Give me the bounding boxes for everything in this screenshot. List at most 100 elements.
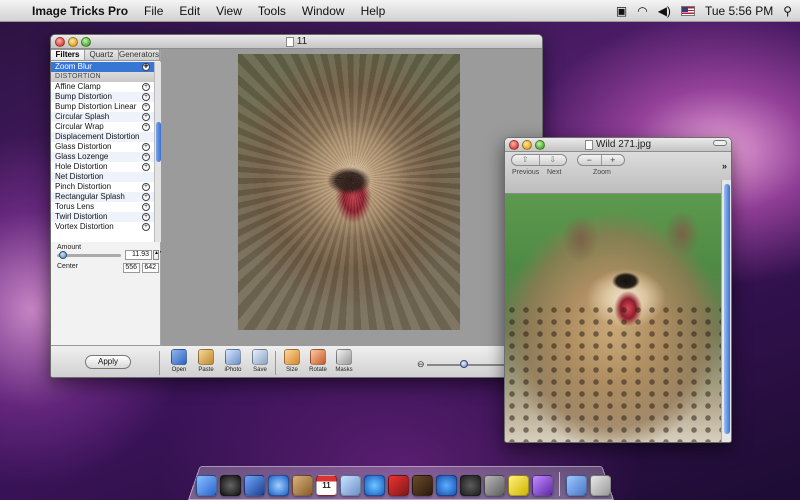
editor-titlebar[interactable]: 11: [51, 35, 542, 49]
category-header[interactable]: DISTORTION: [51, 72, 154, 82]
zoom-in-button[interactable]: +: [602, 155, 625, 165]
list-item[interactable]: Rectangular Splash +: [51, 192, 154, 202]
iphoto-tool[interactable]: iPhoto: [220, 349, 246, 377]
toolbar-toggle-button[interactable]: [713, 140, 727, 146]
zoom-out-icon[interactable]: ⊖: [417, 359, 425, 370]
app-menu[interactable]: Image Tricks Pro: [32, 4, 128, 18]
image-tricks-icon[interactable]: [532, 475, 553, 496]
image-canvas[interactable]: [161, 49, 542, 345]
add-filter-icon[interactable]: +: [142, 113, 150, 121]
scrollbar-thumb[interactable]: [724, 184, 730, 434]
original-image[interactable]: [505, 194, 721, 442]
list-item[interactable]: Glass Distortion +: [51, 142, 154, 152]
search-icon[interactable]: ⚲: [783, 4, 792, 18]
masks-tool[interactable]: Masks: [331, 349, 357, 377]
volume-icon[interactable]: ◀): [658, 4, 671, 18]
menu-edit[interactable]: Edit: [179, 4, 200, 18]
add-filter-icon[interactable]: +: [142, 93, 150, 101]
list-item[interactable]: Torus Lens +: [51, 202, 154, 212]
address-book-icon[interactable]: [292, 475, 313, 496]
zoom-slider[interactable]: [427, 364, 513, 366]
menu-window[interactable]: Window: [302, 4, 345, 18]
toolbar-overflow-icon[interactable]: »: [722, 161, 727, 171]
minimize-button[interactable]: [68, 37, 78, 47]
app-store-icon[interactable]: [436, 475, 457, 496]
add-filter-icon[interactable]: +: [142, 103, 150, 111]
center-y-field[interactable]: 642: [142, 263, 159, 273]
list-item[interactable]: Glass Lozenge +: [51, 152, 154, 162]
add-filter-icon[interactable]: +: [142, 163, 150, 171]
iphoto-dock-icon[interactable]: [340, 475, 361, 496]
tab-generators[interactable]: Generators: [118, 49, 160, 61]
status-icon[interactable]: ▣: [616, 4, 627, 18]
amount-stepper[interactable]: ▲▼: [153, 250, 164, 260]
close-button[interactable]: [55, 37, 65, 47]
list-item[interactable]: Circular Wrap +: [51, 122, 154, 132]
stickies-icon[interactable]: [508, 475, 529, 496]
add-filter-icon[interactable]: +: [142, 123, 150, 131]
list-item[interactable]: Pinch Distortion +: [51, 182, 154, 192]
photo-booth-icon[interactable]: [388, 475, 409, 496]
add-filter-icon[interactable]: +: [142, 203, 150, 211]
add-filter-icon[interactable]: +: [142, 83, 150, 91]
previous-icon[interactable]: ⇧: [512, 155, 540, 165]
finder-icon[interactable]: [196, 475, 217, 496]
calendar-icon[interactable]: 11: [316, 475, 337, 496]
list-item[interactable]: Hole Distortion +: [51, 162, 154, 172]
filter-options-icon[interactable]: ✚: [142, 63, 150, 71]
apply-button[interactable]: Apply: [85, 355, 131, 369]
save-tool[interactable]: Save: [247, 349, 273, 377]
open-tool[interactable]: Open: [166, 349, 192, 377]
safari-icon[interactable]: [268, 475, 289, 496]
zoom-slider-knob[interactable]: [460, 360, 468, 368]
menu-file[interactable]: File: [144, 4, 163, 18]
add-filter-icon[interactable]: +: [142, 143, 150, 151]
dashboard-icon[interactable]: [220, 475, 241, 496]
tab-quartz[interactable]: Quartz: [84, 49, 119, 61]
menu-tools[interactable]: Tools: [258, 4, 286, 18]
preview-titlebar[interactable]: Wild 271.jpg: [505, 138, 731, 152]
filtered-image[interactable]: [238, 54, 460, 330]
paste-tool[interactable]: Paste: [193, 349, 219, 377]
preview-scrollbar[interactable]: [721, 180, 731, 442]
amount-slider-knob[interactable]: [59, 251, 67, 259]
amount-field[interactable]: 11.93: [125, 250, 152, 260]
time-machine-icon[interactable]: [460, 475, 481, 496]
minimize-button[interactable]: [522, 140, 532, 150]
list-item[interactable]: Vortex Distortion +: [51, 222, 154, 232]
list-item[interactable]: Twirl Distortion +: [51, 212, 154, 222]
zoom-out-button[interactable]: −: [578, 155, 602, 165]
next-icon[interactable]: ⇩: [540, 155, 567, 165]
list-item[interactable]: Zoom Blur ✚: [51, 62, 154, 72]
list-item[interactable]: Circular Splash +: [51, 112, 154, 122]
close-button[interactable]: [509, 140, 519, 150]
applications-folder-icon[interactable]: [566, 475, 587, 496]
list-item[interactable]: Bump Distortion +: [51, 92, 154, 102]
add-filter-icon[interactable]: +: [142, 223, 150, 231]
center-x-field[interactable]: 556: [123, 263, 140, 273]
add-filter-icon[interactable]: +: [142, 193, 150, 201]
zoom-button[interactable]: [535, 140, 545, 150]
rotate-tool[interactable]: Rotate: [305, 349, 331, 377]
trash-icon[interactable]: [590, 475, 611, 496]
filter-list-scrollbar[interactable]: [154, 62, 161, 242]
wifi-icon[interactable]: ◠: [637, 4, 647, 18]
mail-icon[interactable]: [244, 475, 265, 496]
add-filter-icon[interactable]: +: [142, 213, 150, 221]
imovie-icon[interactable]: [412, 475, 433, 496]
list-item[interactable]: Displacement Distortion: [51, 132, 154, 142]
itunes-icon[interactable]: [364, 475, 385, 496]
list-item[interactable]: Affine Clamp +: [51, 82, 154, 92]
add-filter-icon[interactable]: +: [142, 183, 150, 191]
flag-icon[interactable]: [680, 5, 695, 16]
zoom-button[interactable]: [81, 37, 91, 47]
menubar-clock[interactable]: Tue 5:56 PM: [705, 4, 773, 18]
menu-view[interactable]: View: [216, 4, 242, 18]
add-filter-icon[interactable]: +: [142, 153, 150, 161]
list-item[interactable]: Net Distortion: [51, 172, 154, 182]
tab-filters[interactable]: Filters: [51, 49, 85, 61]
menu-help[interactable]: Help: [361, 4, 386, 18]
size-tool[interactable]: Size: [279, 349, 305, 377]
system-preferences-icon[interactable]: [484, 475, 505, 496]
list-item[interactable]: Bump Distortion Linear +: [51, 102, 154, 112]
